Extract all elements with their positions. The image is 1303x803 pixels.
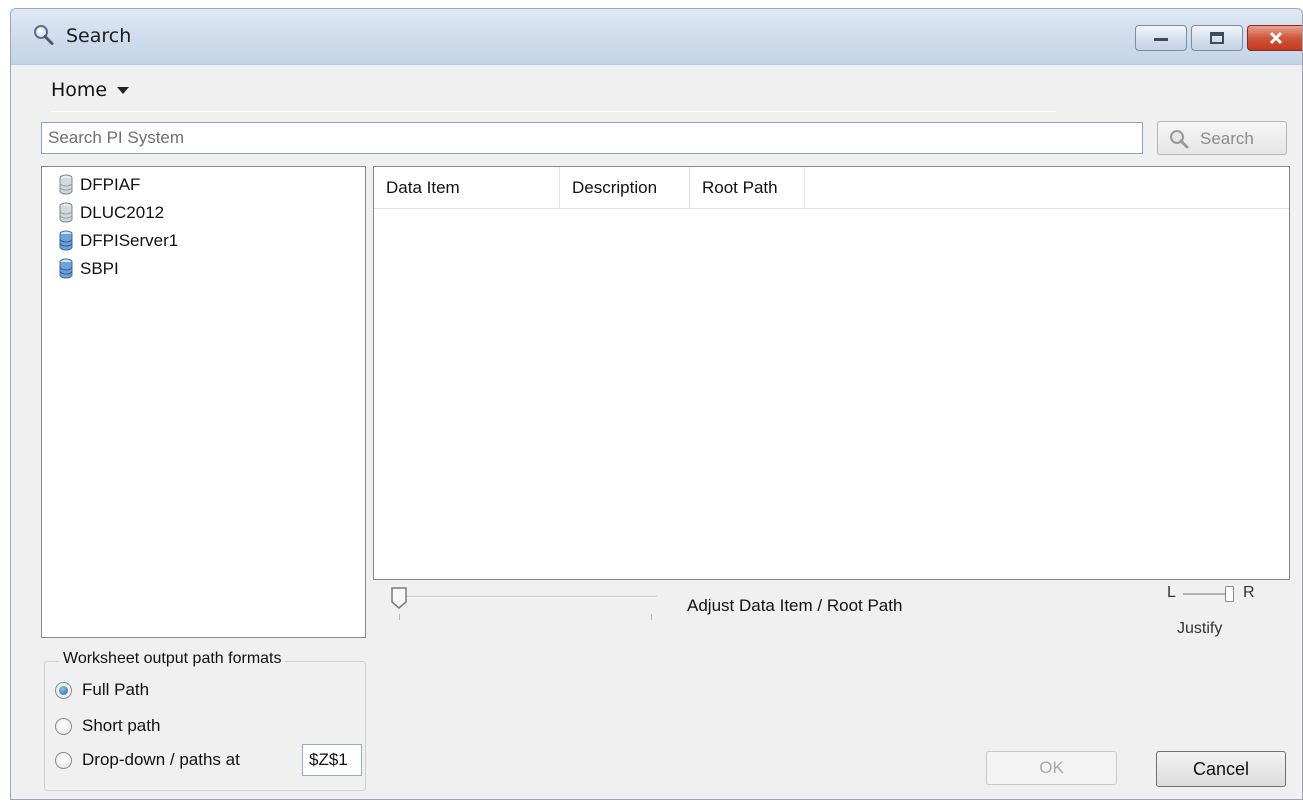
menu-divider [51,111,1056,112]
minimize-icon [1154,38,1168,41]
tree-item-label: DFPIServer1 [80,231,179,250]
justify-toggle[interactable]: L R Justify [1161,584,1261,644]
radio-button[interactable] [55,717,72,735]
slider-tick [651,614,652,620]
justify-label: Justify [1177,620,1223,637]
radio-button[interactable] [55,751,72,769]
tree-item-sbpi[interactable]: SBPI [58,255,119,283]
column-header-root-path[interactable]: Root Path [690,167,805,209]
tree-item-dluc2012[interactable]: DLUC2012 [58,199,164,227]
close-button[interactable] [1247,25,1302,51]
server-icon [59,230,73,251]
search-button[interactable]: Search [1157,121,1287,155]
home-menu-label: Home [51,79,108,101]
tree-item-label: SBPI [80,259,119,278]
column-header-data-item[interactable]: Data Item [374,167,560,209]
radio-label: Drop-down / paths at [82,750,240,769]
justify-left-label: L [1167,584,1176,601]
menu-bar: Home [11,65,1302,117]
search-input[interactable] [41,122,1143,154]
radio-full-path[interactable]: Full Path [55,678,149,702]
slider-label: Adjust Data Item / Root Path [687,596,903,615]
minimize-button[interactable] [1135,25,1187,51]
tree-item-dfpiserver1[interactable]: DFPIServer1 [58,227,178,255]
cell-reference-input[interactable] [302,744,362,776]
slider-tick [399,614,400,620]
justify-track [1183,593,1231,595]
column-adjust-slider-thumb[interactable] [390,586,408,610]
tree-item-label: DLUC2012 [80,203,165,222]
search-button-label: Search [1200,129,1254,148]
radio-label: Full Path [82,680,150,699]
results-grid: Data Item Description Root Path [373,166,1290,580]
radio-short-path[interactable]: Short path [55,714,160,738]
server-icon [59,258,73,279]
radio-label: Short path [82,716,161,735]
server-tree: DFPIAF DLUC2012 DFPIServer1 SBPI [41,166,366,638]
justify-right-label: R [1243,584,1255,601]
tree-item-label: DFPIAF [80,175,141,194]
database-icon [59,174,73,195]
magnifier-icon [1170,130,1189,149]
home-menu[interactable]: Home [51,79,130,101]
search-dialog: Search Home Search PI System Search DFPI… [10,8,1303,800]
ok-button[interactable]: OK [986,751,1117,785]
radio-drop-down-paths[interactable]: Drop-down / paths at [55,748,240,772]
group-legend: Worksheet output path formats [59,650,286,668]
output-format-group: Worksheet output path formats Full Path … [44,650,366,791]
radio-button-checked[interactable] [55,681,72,699]
column-adjust-slider-track[interactable] [401,596,657,598]
title-bar: Search [11,9,1302,65]
maximize-button[interactable] [1191,25,1243,51]
tree-item-dfpiaf[interactable]: DFPIAF [58,171,140,199]
close-icon [1269,31,1283,45]
justify-thumb[interactable] [1225,586,1234,602]
search-icon [34,25,54,45]
cancel-button[interactable]: Cancel [1156,751,1286,787]
chevron-down-icon [117,87,130,94]
window-title: Search [66,25,132,47]
column-header-description[interactable]: Description [560,167,690,209]
database-icon [59,202,73,223]
maximize-icon [1210,32,1224,44]
grid-header: Data Item Description Root Path [374,167,1289,209]
